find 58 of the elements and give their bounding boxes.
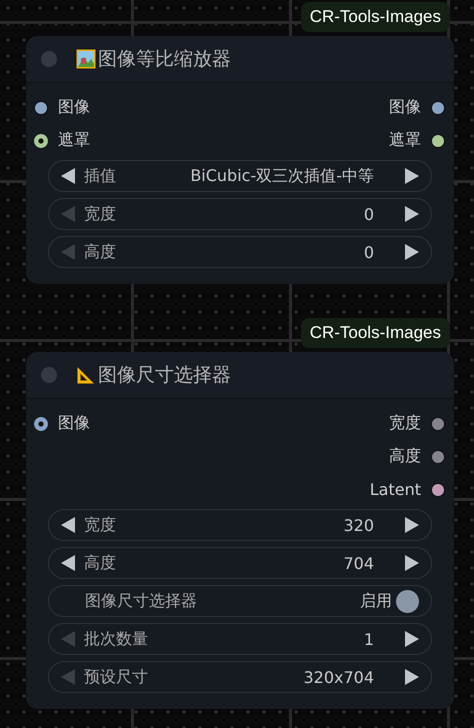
number-widget[interactable]: 预设尺寸 320x704 (48, 661, 432, 693)
collapse-dot-icon[interactable] (41, 367, 57, 383)
widget-value: BiCubic-双三次插值-中等 (190, 166, 374, 186)
widget-label: 插值 (84, 166, 116, 186)
toggle-knob[interactable] (396, 590, 419, 612)
decrement-arrow-icon[interactable] (61, 555, 75, 571)
output-slot[interactable] (431, 416, 445, 430)
widget-label: 预设尺寸 (84, 666, 148, 688)
node-title: 图像等比缩放器 (98, 47, 231, 72)
input-slot[interactable] (34, 134, 48, 148)
node-title: 图像尺寸选择器 (98, 363, 231, 388)
output-slot[interactable] (431, 134, 445, 148)
widget-label: 高度 (84, 242, 116, 262)
output-slot[interactable] (431, 482, 445, 496)
increment-arrow-icon[interactable] (405, 244, 419, 260)
decrement-arrow-icon[interactable] (61, 168, 75, 184)
output-label: 宽度 (389, 413, 421, 434)
widget-label: 图像尺寸选择器 (85, 590, 197, 612)
input-label: 图像 (58, 413, 90, 434)
number-widget[interactable]: 批次数量 1 (48, 623, 432, 655)
widget-value: 320x704 (303, 668, 374, 686)
input-slot[interactable] (34, 100, 48, 114)
widget-label: 宽度 (84, 204, 116, 224)
output-label: 高度 (389, 446, 421, 467)
output-slot[interactable] (431, 450, 445, 464)
input-label: 遮罩 (58, 130, 90, 151)
increment-arrow-icon[interactable] (405, 517, 419, 533)
widget-value: 320 (343, 516, 374, 534)
toggle-widget[interactable]: 图像尺寸选择器 启用 (48, 585, 432, 617)
increment-arrow-icon[interactable] (405, 669, 419, 685)
number-widget[interactable]: 宽度 320 (48, 509, 432, 541)
collapse-dot-icon[interactable] (41, 51, 57, 67)
number-widget[interactable]: 宽度 0 (48, 198, 432, 230)
input-label: 图像 (58, 97, 90, 118)
increment-arrow-icon[interactable] (405, 168, 419, 184)
widget-value: 704 (343, 554, 374, 572)
number-widget[interactable]: 高度 704 (48, 547, 432, 579)
increment-arrow-icon[interactable] (405, 631, 419, 647)
increment-arrow-icon[interactable] (405, 555, 419, 571)
output-label: Latent (370, 480, 421, 499)
widget-value: 启用 (360, 590, 392, 612)
increment-arrow-icon[interactable] (405, 206, 419, 222)
decrement-arrow-icon[interactable] (61, 517, 75, 533)
widget-label: 批次数量 (84, 628, 148, 650)
number-widget[interactable]: 插值 BiCubic-双三次插值-中等 (48, 160, 432, 192)
number-widget[interactable]: 高度 0 (48, 236, 432, 268)
widget-value: 1 (364, 630, 374, 648)
input-slot[interactable] (34, 416, 48, 430)
node-badge: CR-Tools-Images (300, 318, 450, 348)
picture-icon (76, 49, 96, 69)
widget-value: 0 (364, 204, 374, 224)
node-badge: CR-Tools-Images (300, 2, 450, 32)
output-slot[interactable] (431, 100, 445, 114)
widget-value: 0 (364, 242, 374, 262)
output-label: 遮罩 (389, 130, 421, 151)
output-label: 图像 (389, 97, 421, 118)
widget-label: 宽度 (84, 514, 116, 536)
widget-label: 高度 (84, 552, 116, 574)
